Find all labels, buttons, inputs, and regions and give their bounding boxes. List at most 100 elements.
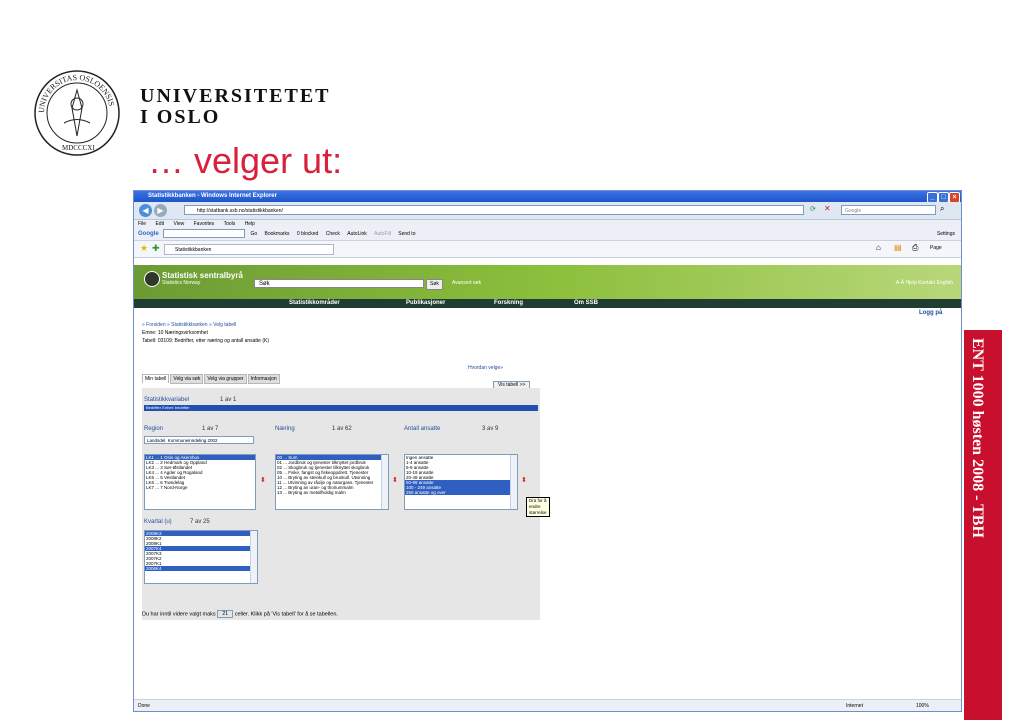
- search-input[interactable]: Google: [841, 205, 936, 215]
- security-zone: Internet: [846, 703, 863, 709]
- favorites-star-icon[interactable]: ★: [140, 243, 148, 254]
- statvar-count: 1 av 1: [220, 397, 237, 403]
- list-item[interactable]: LK7 ... 7 Nord-Norge: [145, 485, 255, 490]
- nav-forskning[interactable]: Forskning: [494, 299, 523, 308]
- subject-label: Emne: 10 Næringsvirksomhet: [142, 330, 208, 336]
- toolbar-autofill[interactable]: AutoFill: [374, 231, 391, 237]
- cell-count-info: Du har inntil videre valgt maks 21 celle…: [142, 610, 338, 618]
- ssb-name-en: Statistics Norway: [162, 280, 201, 286]
- region-classification-select[interactable]: Landsdel. Kommuneinndeling 2002: [144, 436, 254, 444]
- university-name-line1: UNIVERSITETET: [140, 85, 331, 107]
- naering-listbox[interactable]: 00 ... Sum 01 ... Jordbruk og tjenester …: [275, 454, 389, 510]
- ansatte-count: 3 av 9: [482, 426, 499, 432]
- login-link[interactable]: Logg på: [919, 310, 942, 316]
- tab-velg-via-sok[interactable]: Velg via søk: [170, 374, 204, 384]
- info-text-after: celler. Klikk på 'Vis tabell' for å se t…: [234, 611, 338, 618]
- add-favorite-icon[interactable]: ✚: [152, 243, 160, 254]
- course-label: ENT 1000 høsten 2008 - TBH: [969, 338, 986, 538]
- ssb-header: Statistisk sentralbyrå Statistics Norway…: [134, 265, 961, 299]
- region-label: Region: [144, 426, 164, 432]
- scrollbar[interactable]: [250, 531, 257, 583]
- max-cells-field: 21: [217, 610, 234, 618]
- kvartal-count: 7 av 25: [190, 519, 210, 525]
- resize-handle-icon[interactable]: ⬍: [260, 476, 266, 484]
- variable-selection-panel: Statistikkvariabel 1 av 1 Bedrifter Enhe…: [142, 388, 550, 620]
- page-menu[interactable]: Page: [930, 245, 942, 251]
- google-logo: Google: [138, 231, 159, 237]
- window-titlebar: Statistikkbanken - Windows Internet Expl…: [134, 191, 961, 203]
- scrollbar[interactable]: [510, 455, 517, 509]
- refresh-icon[interactable]: ⟳: [810, 205, 816, 213]
- ssb-main-nav: Statistikkområder Publikasjoner Forsknin…: [134, 299, 961, 308]
- toolbar-check[interactable]: Check: [326, 231, 340, 237]
- side-band: ENT 1000 høsten 2008 - TBH: [964, 330, 1002, 720]
- statvar-label: Statistikkvariabel: [144, 397, 190, 403]
- kvartal-label: Kvartal (u): [144, 519, 172, 525]
- selection-tabs: Min tabell Velg via søk Velg via grupper In…: [142, 374, 281, 384]
- nav-publikasjoner[interactable]: Publikasjoner: [406, 299, 445, 308]
- url-input[interactable]: http://statbank.ssb.no/statistikkbanken/: [184, 205, 804, 215]
- list-item[interactable]: 2006K4: [145, 566, 257, 571]
- feeds-icon[interactable]: ▤: [894, 243, 902, 252]
- status-bar: Done Internet 100%: [134, 699, 961, 711]
- ssb-search-input[interactable]: Søk: [254, 279, 424, 288]
- tab-min-tabell[interactable]: Min tabell: [142, 374, 170, 383]
- status-text: Done: [138, 703, 150, 709]
- table-label: Tabell: 03109: Bedrifter, etter næring o…: [142, 338, 270, 344]
- menu-edit[interactable]: Edit: [155, 221, 164, 227]
- toolbar-bookmarks[interactable]: Bookmarks: [265, 231, 290, 237]
- naering-count: 1 av 62: [332, 426, 352, 432]
- search-icon[interactable]: ⌕: [940, 204, 944, 214]
- menu-favorites[interactable]: Favorites: [194, 221, 215, 227]
- advanced-search-link[interactable]: Avansert søk: [452, 280, 481, 286]
- tab-statistikkbanken[interactable]: Statistikkbanken: [164, 244, 334, 255]
- svg-text:MDCCCXI: MDCCCXI: [62, 144, 95, 152]
- scrollbar[interactable]: [381, 455, 388, 509]
- zoom-level[interactable]: 100%: [916, 700, 929, 711]
- resize-tooltip: Dra for å endre størrelse: [526, 497, 550, 517]
- toolbar-blocked[interactable]: 0 blocked: [297, 231, 318, 237]
- resize-handle-icon[interactable]: ⬍: [521, 476, 527, 484]
- info-text-before: Du har inntil videre valgt maks: [142, 611, 216, 618]
- nav-statistikkomrader[interactable]: Statistikkområder: [289, 299, 340, 308]
- favorites-bar: ★ ✚ Statistikkbanken Page ⌂ ▤ ⎙: [134, 241, 961, 258]
- home-icon[interactable]: ⌂: [876, 243, 881, 252]
- google-search-input[interactable]: [163, 229, 246, 239]
- region-count: 1 av 7: [202, 426, 219, 432]
- toolbar-sendto[interactable]: Send to: [398, 231, 415, 237]
- menu-bar: File Edit View Favorites Tools Help: [134, 220, 961, 228]
- kvartal-listbox[interactable]: 2008K3 2008K2 2008K1 2007K4 2007K3 2007K…: [144, 530, 258, 584]
- nav-om-ssb[interactable]: Om SSB: [574, 299, 598, 308]
- back-icon[interactable]: ◀: [139, 204, 152, 217]
- tab-velg-via-grupper[interactable]: Velg via grupper: [204, 374, 247, 384]
- menu-tools[interactable]: Tools: [224, 221, 236, 227]
- ansatte-listbox[interactable]: Ingen ansatte 1-4 ansatte 5-9 ansatte 10…: [404, 454, 518, 510]
- how-to-select-link[interactable]: Hvordan velge»: [468, 365, 503, 371]
- menu-view[interactable]: View: [173, 221, 184, 227]
- region-listbox[interactable]: LK1 ... 1 Oslo og Akershus LK2 ... 2 Hed…: [144, 454, 256, 510]
- university-name-line2: I OSLO: [140, 106, 221, 128]
- menu-help[interactable]: Help: [245, 221, 255, 227]
- ssb-top-links[interactable]: A-Å Hjelp Kontakt English: [896, 280, 953, 286]
- statvar-selected[interactable]: Bedrifter Enhet: bedrifter: [144, 405, 538, 411]
- window-title: Statistikkbanken - Windows Internet Expl…: [148, 193, 277, 199]
- toolbar-autolink[interactable]: AutoLink: [347, 231, 366, 237]
- list-item[interactable]: 250 ansatte og over: [405, 490, 517, 495]
- print-icon[interactable]: ⎙: [912, 243, 918, 253]
- menu-file[interactable]: File: [138, 221, 146, 227]
- naering-label: Næring: [275, 426, 295, 432]
- ansatte-label: Antall ansatte: [404, 426, 441, 432]
- toolbar-settings[interactable]: Settings: [937, 228, 955, 240]
- browser-window: Statistikkbanken - Windows Internet Expl…: [133, 190, 962, 712]
- university-seal-logo: UNIVERSITAS OSLOENSIS MDCCCXI: [34, 70, 120, 156]
- resize-handle-icon[interactable]: ⬍: [392, 476, 398, 484]
- toolbar-go[interactable]: Go: [250, 231, 257, 237]
- forward-icon[interactable]: ▶: [154, 204, 167, 217]
- ssb-name: Statistisk sentralbyrå: [162, 271, 243, 280]
- list-item[interactable]: 13 ... Bryting av metallholdig malm: [276, 490, 388, 495]
- ssb-search-button[interactable]: Søk: [426, 279, 443, 290]
- tab-informasjon[interactable]: Informasjon: [247, 374, 280, 384]
- breadcrumb[interactable]: » Forsiden » Statistikkbanken » Velg tab…: [142, 322, 236, 328]
- stop-icon[interactable]: ✕: [824, 204, 831, 213]
- slide-heading: … velger ut:: [148, 140, 343, 181]
